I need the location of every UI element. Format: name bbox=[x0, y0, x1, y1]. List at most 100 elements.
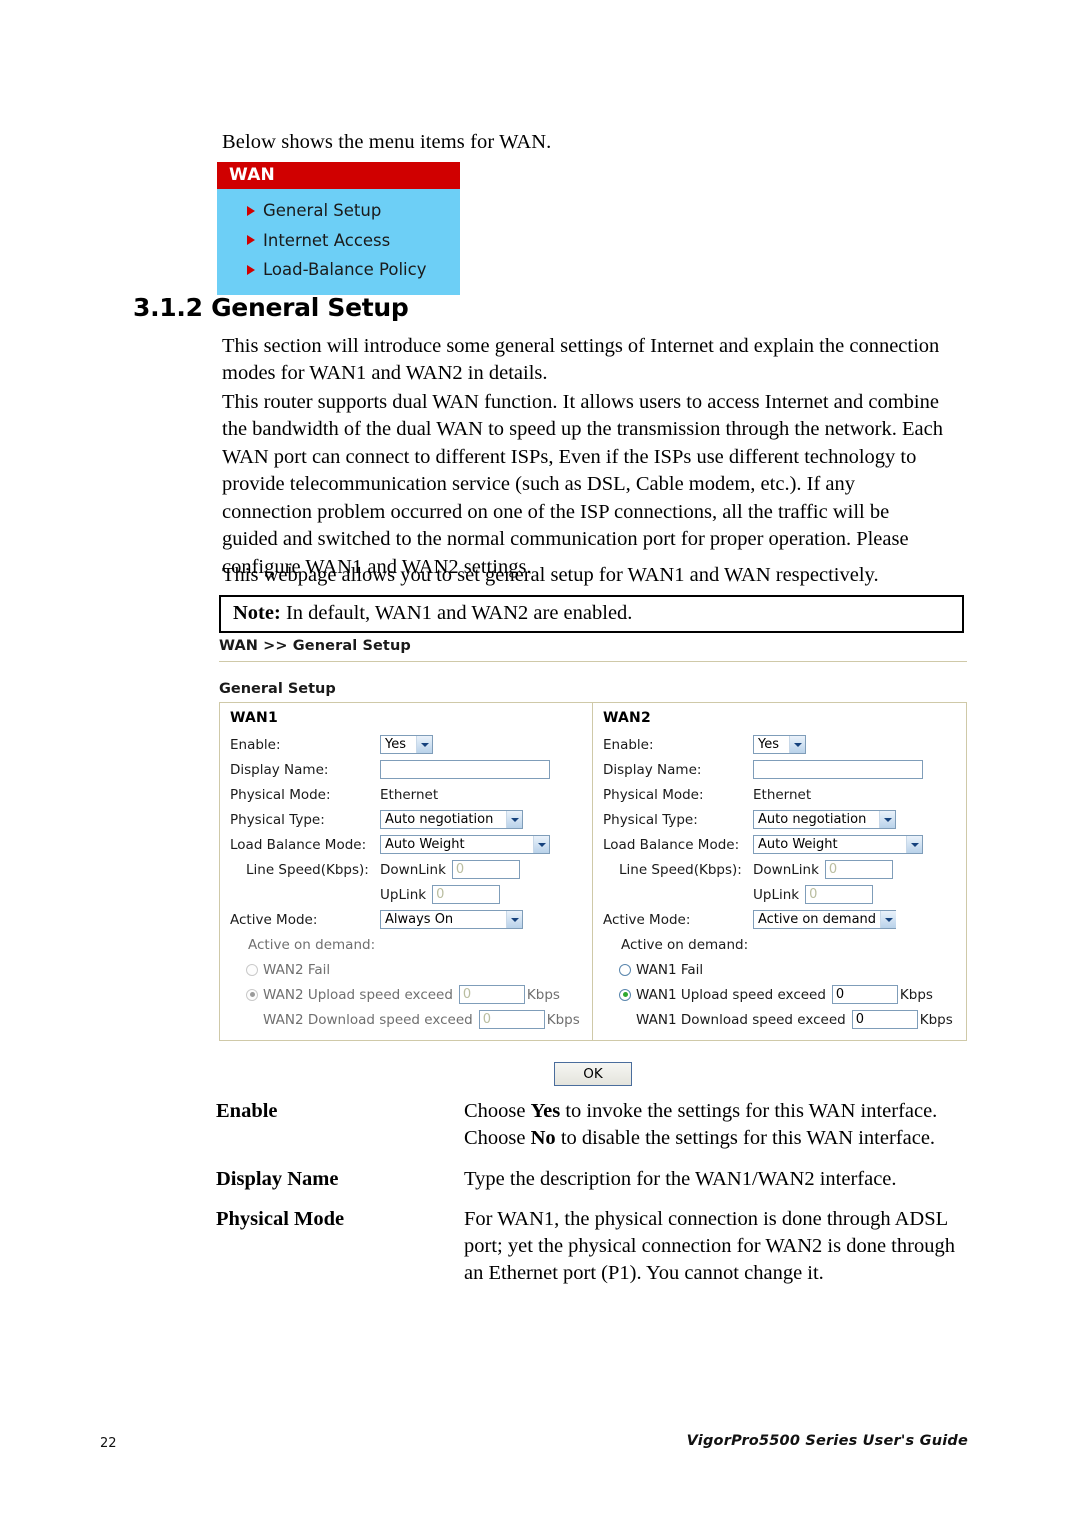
note-text: In default, WAN1 and WAN2 are enabled. bbox=[285, 602, 633, 624]
wan1-active-mode-select[interactable]: Always On bbox=[380, 910, 523, 929]
wan1-physical-mode-row: Physical Mode: Ethernet bbox=[230, 782, 584, 807]
wan1-physical-mode-value: Ethernet bbox=[380, 786, 439, 803]
wan1-enable-value: Yes bbox=[385, 737, 406, 752]
wan1-physical-mode-label: Physical Mode: bbox=[230, 786, 331, 803]
intro-text: Below shows the menu items for WAN. bbox=[222, 131, 552, 153]
wan2-radio-upload[interactable] bbox=[619, 988, 631, 1001]
footer-guide-title: VigorPro5500 Series User's Guide bbox=[686, 1433, 968, 1449]
menu-item-label: Internet Access bbox=[263, 230, 391, 250]
wan2-downlink-input[interactable]: 0 bbox=[824, 860, 893, 879]
wan2-download-label: WAN1 Download speed exceed bbox=[636, 1011, 846, 1028]
wan-menu-widget: WAN General Setup Internet Access Load-B… bbox=[217, 162, 460, 295]
wan1-display-name-input[interactable] bbox=[380, 760, 550, 779]
wan2-physical-type-select[interactable]: Auto negotiation bbox=[753, 810, 896, 829]
triangle-bullet-icon bbox=[247, 264, 255, 275]
wan2-uplink-input[interactable]: 0 bbox=[805, 885, 874, 904]
triangle-bullet-icon bbox=[247, 205, 255, 216]
wan2-download-exceed-input[interactable]: 0 bbox=[851, 1010, 918, 1029]
paragraph-1: This section will introduce some general… bbox=[222, 335, 940, 385]
wan1-radio-fail[interactable] bbox=[246, 963, 258, 976]
definition-physical-mode: Physical Mode For WAN1, the physical con… bbox=[216, 1206, 966, 1288]
wan2-active-mode-row: Active Mode: Active on demand bbox=[603, 907, 958, 932]
wan2-upload-kbps-label: Kbps bbox=[899, 986, 933, 1003]
wan1-active-mode-label: Active Mode: bbox=[230, 911, 318, 928]
wan1-display-name-label: Display Name: bbox=[230, 761, 329, 778]
wan1-uplink-input[interactable]: 0 bbox=[432, 885, 501, 904]
wan1-enable-label: Enable: bbox=[230, 736, 281, 753]
wan2-radio-fail-row[interactable]: WAN1 Fail bbox=[603, 957, 958, 982]
ok-button[interactable]: OK bbox=[554, 1062, 632, 1086]
wan2-active-mode-value: Active on demand bbox=[758, 912, 877, 927]
wan1-uplink-label: UpLink bbox=[380, 886, 427, 903]
wan2-display-name-input[interactable] bbox=[753, 760, 923, 779]
wan2-uplink-row: UpLink 0 bbox=[603, 882, 958, 907]
wan2-physical-type-value: Auto negotiation bbox=[758, 812, 867, 827]
wan1-load-balance-row: Load Balance Mode: Auto Weight bbox=[230, 832, 584, 857]
wan1-downlink-input[interactable]: 0 bbox=[451, 860, 520, 879]
menu-item-label: General Setup bbox=[263, 201, 382, 220]
document-page: Below shows the menu items for WAN. WAN … bbox=[0, 0, 1080, 1528]
enable-desc-l2c: to disable the settings for this WAN int… bbox=[555, 1127, 936, 1150]
wan1-active-on-demand-row: Active on demand: bbox=[230, 932, 584, 957]
wan2-physical-mode-value: Ethernet bbox=[753, 786, 812, 803]
wan2-load-balance-select[interactable]: Auto Weight bbox=[753, 835, 923, 854]
wan1-load-balance-select[interactable]: Auto Weight bbox=[380, 835, 550, 854]
wan1-radio-fail-row[interactable]: WAN2 Fail bbox=[230, 957, 584, 982]
wan1-upload-exceed-input[interactable]: 0 bbox=[458, 985, 525, 1004]
wan1-physical-type-row: Physical Type: Auto negotiation bbox=[230, 807, 584, 832]
wan1-download-kbps-label: Kbps bbox=[546, 1011, 580, 1028]
triangle-bullet-icon bbox=[247, 235, 255, 246]
wan2-enable-label: Enable: bbox=[603, 736, 654, 753]
wan1-physical-type-select[interactable]: Auto negotiation bbox=[380, 810, 523, 829]
menu-item-internet-access[interactable]: Internet Access bbox=[217, 226, 460, 256]
enable-desc-no: No bbox=[530, 1127, 556, 1150]
wan2-radio-fail[interactable] bbox=[619, 963, 631, 976]
chevron-down-icon bbox=[416, 736, 432, 753]
wan2-heading: WAN2 bbox=[603, 710, 651, 726]
wan1-radio-upload[interactable] bbox=[246, 988, 258, 1001]
wan2-radio-upload-row[interactable]: WAN1 Upload speed exceed 0 Kbps bbox=[603, 982, 958, 1007]
enable-desc-l2a: Choose bbox=[464, 1127, 531, 1150]
paragraph-3: This webpage allows you to set general s… bbox=[222, 564, 879, 586]
wan2-downlink-label: DownLink bbox=[753, 861, 819, 878]
menu-item-label: Load-Balance Policy bbox=[263, 260, 427, 280]
definition-list: Enable Choose Yes to invoke the settings… bbox=[216, 1098, 966, 1301]
wan2-enable-select[interactable]: Yes bbox=[753, 735, 806, 754]
note-prefix: Note: bbox=[233, 602, 281, 624]
wan1-radio-upload-row[interactable]: WAN2 Upload speed exceed 0 Kbps bbox=[230, 982, 584, 1007]
wan1-enable-select[interactable]: Yes bbox=[380, 735, 433, 754]
wan-menu-title: WAN bbox=[217, 162, 460, 189]
router-ui-screenshot: WAN >> General Setup General Setup WAN1 … bbox=[219, 638, 967, 1086]
wan2-download-row: WAN1 Download speed exceed 0 Kbps bbox=[603, 1007, 958, 1032]
wan2-download-kbps-label: Kbps bbox=[919, 1011, 953, 1028]
wan1-download-exceed-input[interactable]: 0 bbox=[478, 1010, 545, 1029]
wan1-active-mode-value: Always On bbox=[385, 912, 454, 927]
menu-item-load-balance-policy[interactable]: Load-Balance Policy bbox=[217, 255, 460, 285]
wan1-physical-type-label: Physical Type: bbox=[230, 811, 325, 828]
enable-desc-yes: Yes bbox=[530, 1100, 561, 1122]
wan2-panel: WAN2 Enable: Yes Display Name: Physical … bbox=[593, 703, 966, 1040]
chevron-down-icon bbox=[533, 836, 549, 853]
wan2-line-speed-label: Line Speed(Kbps): bbox=[619, 861, 742, 878]
wan2-upload-exceed-input[interactable]: 0 bbox=[831, 985, 898, 1004]
breadcrumb-divider bbox=[219, 661, 967, 662]
wan1-active-on-demand-label: Active on demand: bbox=[248, 936, 376, 953]
wan1-load-balance-label: Load Balance Mode: bbox=[230, 836, 367, 853]
wan2-physical-mode-label: Physical Mode: bbox=[603, 786, 704, 803]
wan2-display-name-label: Display Name: bbox=[603, 761, 702, 778]
wan2-enable-value: Yes bbox=[758, 737, 779, 752]
wan2-active-mode-label: Active Mode: bbox=[603, 911, 691, 928]
section-heading: 3.1.2 General Setup bbox=[133, 293, 409, 322]
chevron-down-icon bbox=[506, 911, 522, 928]
wan2-active-mode-select[interactable]: Active on demand bbox=[753, 910, 897, 929]
wan1-active-mode-row: Active Mode: Always On bbox=[230, 907, 584, 932]
wan2-load-balance-label: Load Balance Mode: bbox=[603, 836, 740, 853]
wan2-radio-upload-label: WAN1 Upload speed exceed bbox=[636, 986, 826, 1003]
wan-menu-list: General Setup Internet Access Load-Balan… bbox=[217, 189, 460, 295]
wan-settings-table: WAN1 Enable: Yes Display Name: Physical … bbox=[219, 702, 967, 1041]
menu-item-general-setup[interactable]: General Setup bbox=[217, 196, 460, 226]
chevron-down-icon bbox=[906, 836, 922, 853]
enable-desc-l1a: Choose bbox=[464, 1100, 531, 1122]
wan1-line-speed-row: Line Speed(Kbps): DownLink 0 bbox=[230, 857, 584, 882]
wan2-display-name-row: Display Name: bbox=[603, 757, 958, 782]
